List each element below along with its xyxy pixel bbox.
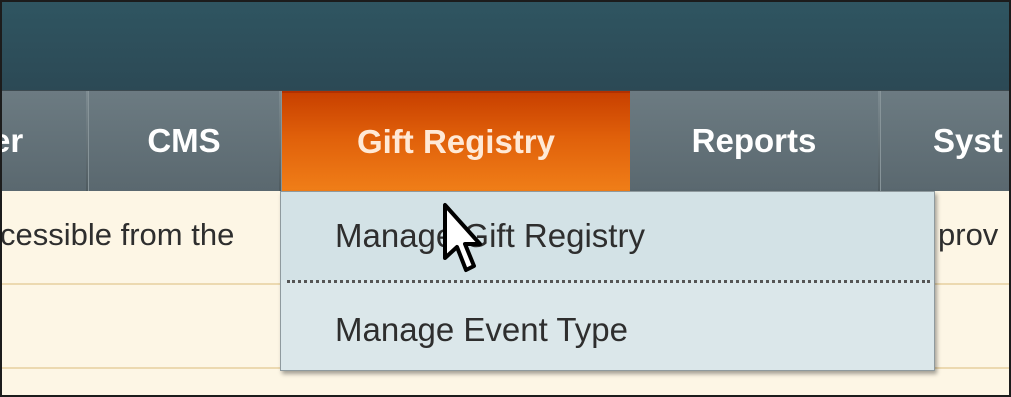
menu-item-manage-event-type[interactable]: Manage Event Type bbox=[281, 286, 934, 374]
main-nav-bar: er CMS Gift Registry Reports Syst bbox=[2, 90, 1009, 192]
nav-item-cms[interactable]: CMS bbox=[89, 91, 279, 191]
menu-item-manage-gift-registry[interactable]: Manage Gift Registry bbox=[281, 192, 934, 280]
menu-item-label: Manage Event Type bbox=[335, 311, 628, 348]
gift-registry-dropdown-menu: Manage Gift Registry Manage Event Type bbox=[280, 191, 935, 371]
notice-text-left: cessible from the bbox=[0, 217, 235, 252]
nav-item-customer[interactable]: er bbox=[2, 91, 86, 191]
admin-header bbox=[2, 2, 1009, 90]
nav-item-reports[interactable]: Reports bbox=[630, 91, 878, 191]
nav-item-label: er bbox=[2, 122, 24, 159]
nav-item-gift-registry[interactable]: Gift Registry bbox=[282, 91, 630, 191]
notice-text-right: prov bbox=[938, 217, 999, 252]
menu-divider bbox=[287, 280, 930, 283]
nav-item-label: CMS bbox=[147, 122, 221, 159]
nav-item-label: Syst bbox=[933, 122, 1003, 159]
nav-item-system[interactable]: Syst bbox=[881, 91, 1009, 191]
nav-item-label: Reports bbox=[691, 122, 817, 159]
nav-item-label: Gift Registry bbox=[356, 123, 556, 160]
app-window: er CMS Gift Registry Reports Syst cessib… bbox=[0, 0, 1011, 397]
menu-item-label: Manage Gift Registry bbox=[335, 217, 645, 254]
